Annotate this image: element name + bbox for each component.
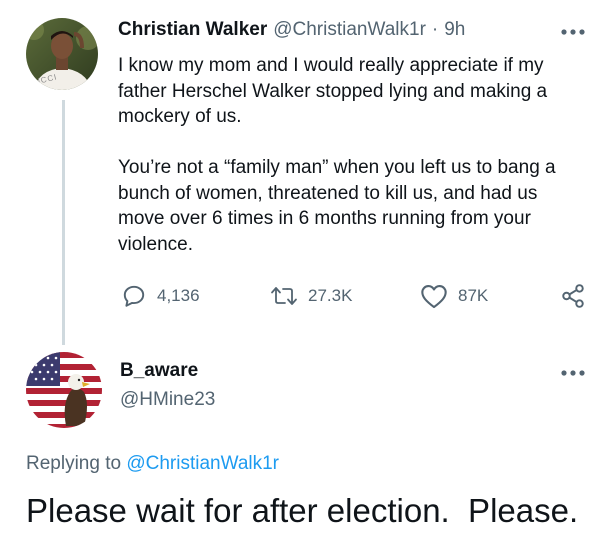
tweet-more-button[interactable] <box>556 22 590 42</box>
reply-bubble-icon <box>123 285 145 307</box>
like-button[interactable]: 87K <box>420 283 488 309</box>
christian-avatar[interactable]: UCCI <box>26 18 98 90</box>
tweet-author-name[interactable]: Christian Walker <box>118 19 267 41</box>
tweet-body: I know my mom and I would really appreci… <box>118 55 556 255</box>
more-dots-icon <box>561 370 585 376</box>
replying-to-label: Replying to <box>26 453 122 474</box>
reply-author-name[interactable]: B_aware <box>120 360 198 382</box>
tweet-author-handle[interactable]: @ChristianWalk1r <box>273 19 426 41</box>
replying-to: Replying to @ChristianWalk1r <box>26 453 279 475</box>
reply-button[interactable]: 4,136 <box>121 283 200 309</box>
more-dots-icon <box>561 29 585 35</box>
like-count: 87K <box>458 286 489 305</box>
retweet-count: 27.3K <box>308 286 353 305</box>
reply-author-handle[interactable]: @HMine23 <box>120 389 215 411</box>
heart-icon <box>421 285 447 309</box>
reply-body: Please wait for after election. Please. <box>26 492 579 529</box>
thread-line <box>62 100 65 345</box>
retweet-button[interactable]: 27.3K <box>270 283 352 309</box>
replying-to-handle[interactable]: @ChristianWalk1r <box>126 453 279 474</box>
tweet-time[interactable]: 9h <box>444 19 465 41</box>
baware-avatar[interactable] <box>26 352 102 428</box>
share-button[interactable] <box>560 283 586 314</box>
reply-more-button[interactable] <box>556 363 590 383</box>
tweet-header: Christian Walker @ChristianWalk1r · 9h <box>118 16 465 44</box>
reply-count: 4,136 <box>157 286 200 305</box>
tweet-separator: · <box>431 19 439 40</box>
retweet-icon <box>271 287 297 305</box>
share-icon <box>562 284 584 308</box>
